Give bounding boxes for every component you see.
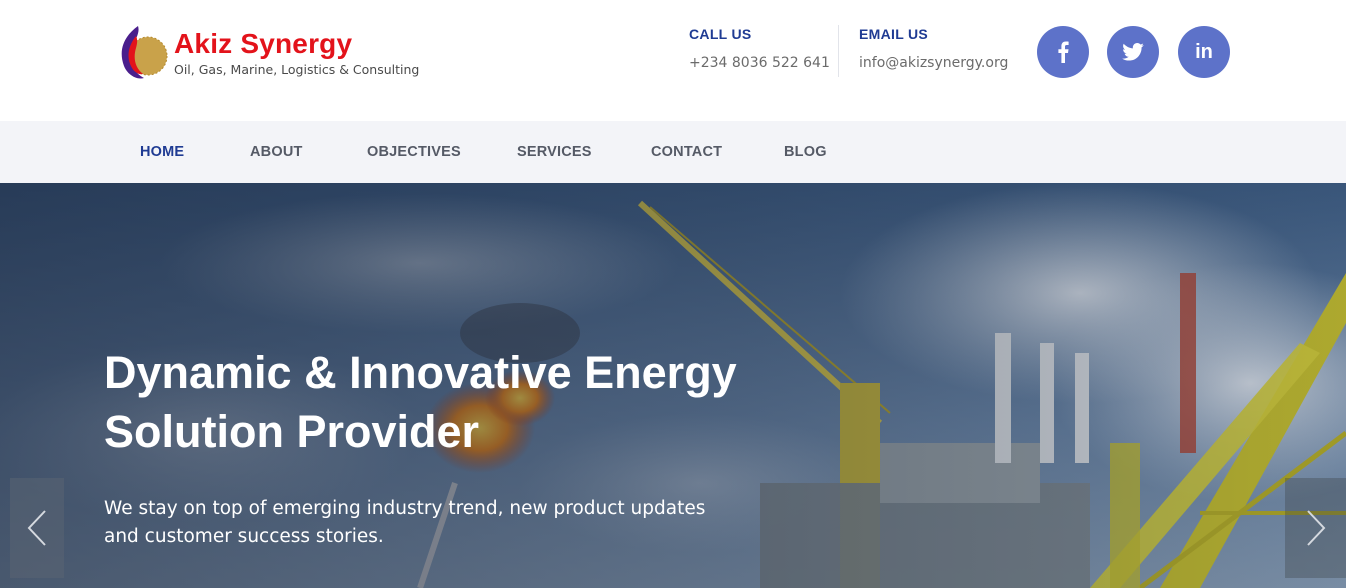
flame-globe-logo-icon [121, 26, 168, 79]
nav-item-about[interactable]: ABOUT [250, 121, 303, 183]
main-nav: HOME ABOUT OBJECTIVES SERVICES CONTACT B… [0, 121, 1346, 183]
email-us-label: EMAIL US [859, 26, 929, 42]
twitter-button[interactable] [1107, 26, 1159, 78]
hero-title-line-1: Dynamic & Innovative Energy [104, 347, 737, 398]
linkedin-icon: in [1195, 41, 1213, 63]
brand-logo[interactable]: Akiz Synergy Oil, Gas, Marine, Logistics… [116, 22, 436, 82]
linkedin-button[interactable]: in [1178, 26, 1230, 78]
hero-slider: Dynamic & Innovative Energy Solution Pro… [0, 183, 1346, 588]
nav-item-home[interactable]: HOME [140, 121, 184, 183]
facebook-icon [1058, 41, 1069, 63]
nav-item-contact[interactable]: CONTACT [651, 121, 722, 183]
call-us-block: CALL US +234 8036 522 641 [689, 26, 830, 71]
email-us-block: EMAIL US info@akizsynergy.org [859, 26, 1008, 71]
chevron-left-icon [27, 510, 46, 546]
facebook-button[interactable] [1037, 26, 1089, 78]
chevron-right-icon [1306, 510, 1325, 546]
slider-prev-button[interactable] [10, 478, 64, 578]
hero-title-line-2: Solution Provider [104, 406, 480, 457]
brand-tagline: Oil, Gas, Marine, Logistics & Consulting [174, 62, 420, 77]
nav-item-blog[interactable]: BLOG [784, 121, 827, 183]
phone-number[interactable]: +234 8036 522 641 [689, 55, 830, 71]
slider-next-button[interactable] [1285, 478, 1346, 578]
call-us-label: CALL US [689, 26, 752, 42]
email-address[interactable]: info@akizsynergy.org [859, 55, 1008, 71]
nav-item-objectives[interactable]: OBJECTIVES [367, 121, 461, 183]
nav-item-services[interactable]: SERVICES [517, 121, 592, 183]
hero-subtitle: We stay on top of emerging industry tren… [104, 498, 706, 547]
brand-name: Akiz Synergy [174, 28, 353, 59]
contact-divider [838, 25, 839, 77]
site-header: Akiz Synergy Oil, Gas, Marine, Logistics… [0, 0, 1346, 121]
hero-title: Dynamic & Innovative Energy Solution Pro… [104, 343, 804, 461]
twitter-icon [1122, 43, 1144, 61]
